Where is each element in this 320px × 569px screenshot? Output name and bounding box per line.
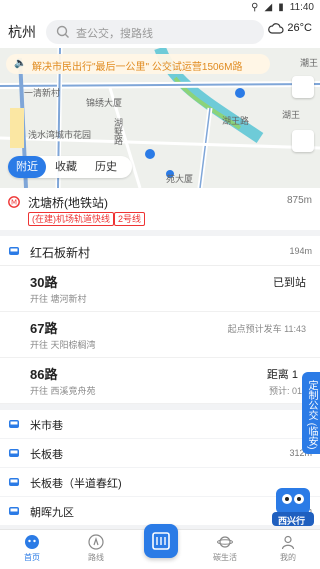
map-label: 一清新村 bbox=[24, 88, 61, 98]
bus-stop-icon bbox=[9, 507, 19, 515]
signal-icon: ◢ bbox=[264, 2, 273, 13]
nav-life[interactable]: 碳生活 bbox=[205, 534, 245, 563]
route-number: 86路 bbox=[30, 367, 58, 382]
bus-stop-distance: 194m bbox=[289, 246, 312, 256]
battery-icon: ▮ bbox=[278, 2, 284, 13]
mascot-promo[interactable]: 西兴行 bbox=[270, 484, 316, 528]
route-icon bbox=[88, 534, 104, 550]
search-placeholder: 查公交，搜路线 bbox=[76, 28, 153, 40]
map-label: 湖王 bbox=[282, 110, 301, 120]
route-number: 67路 bbox=[30, 321, 58, 336]
bus-stop-icon bbox=[9, 449, 19, 457]
location-icon: ⚲ bbox=[251, 2, 259, 13]
route-direction: 开往 西溪竞舟苑 bbox=[30, 386, 96, 396]
bus-stop-name: 长板巷 bbox=[30, 449, 63, 461]
route-direction: 开往 塘河新村 bbox=[30, 294, 87, 304]
search-icon bbox=[56, 25, 69, 38]
city-selector[interactable]: 杭州 bbox=[8, 22, 36, 42]
header: 杭州 查公交，搜路线 26°C bbox=[0, 16, 320, 48]
map-layers-button[interactable] bbox=[292, 76, 314, 98]
metro-line-tag: 2号线 bbox=[114, 212, 146, 226]
metro-line-tag: (在建)机场轨道快线 bbox=[28, 212, 114, 226]
planet-icon bbox=[217, 536, 233, 548]
speaker-icon: 🔈 bbox=[14, 58, 27, 69]
nav-mine-label: 我的 bbox=[280, 553, 296, 562]
bus-route-row[interactable]: 67路 开往 天阳棕榈湾 起点预计发车 11:43 bbox=[0, 312, 320, 358]
map-label: 湖墅路 bbox=[113, 118, 123, 145]
metro-icon: M bbox=[8, 196, 20, 208]
nearby-tabs: 附近 收藏 历史 bbox=[8, 156, 132, 178]
nav-mine[interactable]: 我的 bbox=[268, 534, 308, 563]
map-label: 苑大厦 bbox=[166, 174, 194, 184]
bus-route-row[interactable]: 30路 开往 塘河新村 已到站 bbox=[0, 266, 320, 312]
scan-qr-button[interactable] bbox=[144, 524, 178, 558]
route-status: 距离 1 bbox=[266, 369, 298, 381]
route-status: 已到站 bbox=[273, 277, 306, 289]
nav-route[interactable]: 路线 bbox=[76, 534, 116, 563]
home-icon bbox=[25, 535, 39, 549]
bus-stop-name: 米市巷 bbox=[30, 420, 63, 432]
bus-stop-icon bbox=[9, 420, 19, 428]
cloud-icon bbox=[268, 23, 284, 34]
notice-text: 解决市民出行"最后一公里" 公交试运营1506M路 bbox=[32, 62, 243, 73]
nav-home-label: 首页 bbox=[24, 553, 40, 562]
bus-stop-icon bbox=[9, 478, 19, 486]
user-icon bbox=[281, 535, 295, 550]
route-direction: 开往 天阳棕榈湾 bbox=[30, 340, 96, 350]
status-time: 11:40 bbox=[289, 2, 314, 13]
route-number: 30路 bbox=[30, 275, 58, 290]
map-label: 锦绣大厦 bbox=[86, 98, 123, 108]
bus-stop-name: 长板巷（半道春红) bbox=[30, 478, 122, 490]
bus-stop-header[interactable]: 红石板新村 194m bbox=[0, 236, 320, 266]
svg-text:M: M bbox=[11, 199, 17, 207]
bus-stop-card: 红石板新村 194m 30路 开往 塘河新村 已到站 67路 开往 天阳棕榈湾 … bbox=[0, 236, 320, 404]
map-label: 潮王 bbox=[300, 58, 319, 68]
tab-nearby[interactable]: 附近 bbox=[8, 156, 46, 178]
bus-stop-name: 红石板新村 bbox=[30, 246, 91, 260]
locate-button[interactable] bbox=[292, 130, 314, 152]
metro-distance: 875m bbox=[286, 195, 312, 206]
qr-icon bbox=[152, 532, 170, 550]
search-input[interactable]: 查公交，搜路线 bbox=[46, 20, 264, 44]
mascot-label: 西兴行 bbox=[278, 516, 306, 526]
nav-home[interactable]: 首页 bbox=[12, 534, 52, 563]
bus-stop-icon bbox=[9, 247, 19, 255]
route-eta: 预计: 01 bbox=[268, 386, 302, 396]
route-status: 起点预计发车 11:43 bbox=[227, 324, 306, 334]
bus-route-row[interactable]: 86路 开往 西溪竞舟苑 距离 1 预计: 01 bbox=[0, 358, 320, 404]
status-bar: ⚲ ◢ ▮ 11:40 bbox=[0, 0, 320, 16]
temperature: 26°C bbox=[287, 22, 312, 34]
tab-history[interactable]: 历史 bbox=[86, 156, 126, 178]
bus-stop-name: 朝晖九区 bbox=[30, 507, 74, 519]
metro-station-card[interactable]: M 沈塘桥(地铁站) 875m (在建)机场轨道快线 2号线 bbox=[0, 188, 320, 230]
map-label: 浅水湾城市花园 bbox=[28, 130, 92, 140]
bus-stop-row[interactable]: 长板巷 312m bbox=[0, 439, 320, 467]
metro-name: 沈塘桥(地铁站) bbox=[28, 196, 108, 210]
bottom-nav: 首页 路线 碳生活 我的 bbox=[0, 524, 320, 569]
bus-stop-row[interactable]: 米市巷 28 bbox=[0, 410, 320, 438]
nav-life-label: 碳生活 bbox=[213, 553, 237, 562]
notice-banner[interactable]: 🔈 解决市民出行"最后一公里" 公交试运营1506M路 bbox=[6, 54, 270, 74]
tab-favorites[interactable]: 收藏 bbox=[46, 156, 86, 178]
weather[interactable]: 26°C bbox=[268, 22, 312, 34]
nav-route-label: 路线 bbox=[88, 553, 104, 562]
map-label: 湖王路 bbox=[222, 116, 250, 126]
custom-bus-tab[interactable]: 定制公交 (临安) bbox=[302, 372, 320, 454]
